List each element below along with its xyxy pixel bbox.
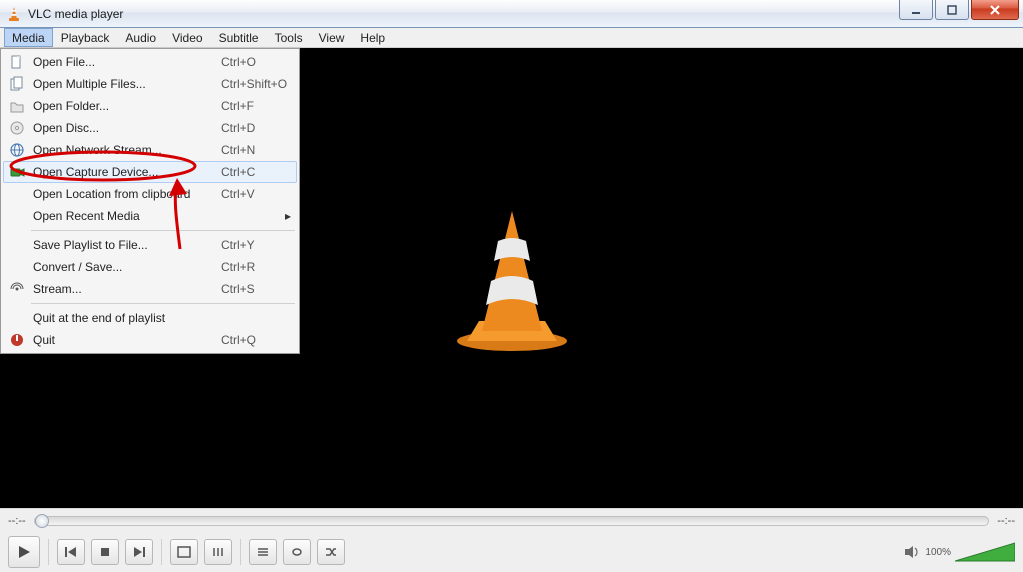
playlist-button[interactable] [249, 539, 277, 565]
menu-item-shortcut: Ctrl+Shift+O [221, 77, 291, 91]
menu-item-open-network-stream[interactable]: Open Network Stream...Ctrl+N [3, 139, 297, 161]
menu-item-shortcut: Ctrl+R [221, 260, 291, 274]
menu-item-open-capture-device[interactable]: Open Capture Device...Ctrl+C [3, 161, 297, 183]
disc-icon [5, 120, 29, 136]
menu-media[interactable]: Media [4, 28, 53, 47]
menu-item-label: Quit at the end of playlist [29, 311, 221, 325]
fullscreen-button[interactable] [170, 539, 198, 565]
stop-button[interactable] [91, 539, 119, 565]
menu-tools[interactable]: Tools [267, 28, 311, 47]
menu-item-open-recent-media[interactable]: Open Recent Media ▸ [3, 205, 297, 227]
menu-item-stream[interactable]: Stream...Ctrl+S [3, 278, 297, 300]
menu-subtitle[interactable]: Subtitle [211, 28, 267, 47]
menu-item-label: Open Multiple Files... [29, 77, 221, 91]
submenu-arrow-icon: ▸ [281, 209, 291, 223]
shuffle-button[interactable] [317, 539, 345, 565]
menu-item-label: Quit [29, 333, 221, 347]
menu-item-shortcut: Ctrl+C [221, 165, 291, 179]
capture-icon [5, 164, 29, 180]
vlc-cone-icon [6, 6, 22, 22]
menu-item-label: Open Recent Media [29, 209, 211, 223]
menu-item-label: Open Network Stream... [29, 143, 221, 157]
menu-item-shortcut: Ctrl+Y [221, 238, 291, 252]
controls-bar: 100% [0, 532, 1023, 572]
menu-item-shortcut: Ctrl+O [221, 55, 291, 69]
menu-item-label: Open File... [29, 55, 221, 69]
menu-item-label: Open Capture Device... [29, 165, 221, 179]
menu-item-label: Convert / Save... [29, 260, 221, 274]
seek-bar-row: --:-- --:-- [0, 508, 1023, 532]
menu-item-shortcut: Ctrl+S [221, 282, 291, 296]
time-elapsed: --:-- [8, 515, 26, 527]
files-icon [5, 76, 29, 92]
menu-item-quit[interactable]: QuitCtrl+Q [3, 329, 297, 351]
loop-button[interactable] [283, 539, 311, 565]
menu-item-quit-at-the-end-of-playlist[interactable]: Quit at the end of playlist [3, 307, 297, 329]
menu-item-label: Open Disc... [29, 121, 221, 135]
menu-item-shortcut: Ctrl+F [221, 99, 291, 113]
window-title: VLC media player [28, 7, 123, 21]
menu-item-open-disc[interactable]: Open Disc...Ctrl+D [3, 117, 297, 139]
menu-audio[interactable]: Audio [117, 28, 164, 47]
vlc-logo-icon [447, 203, 577, 353]
menu-item-shortcut: Ctrl+V [221, 187, 291, 201]
menu-item-label: Open Location from clipboard [29, 187, 221, 201]
menu-item-convert-save[interactable]: Convert / Save...Ctrl+R [3, 256, 297, 278]
menu-item-label: Open Folder... [29, 99, 221, 113]
file-icon [5, 54, 29, 70]
time-total: --:-- [997, 515, 1015, 527]
title-bar: VLC media player [0, 0, 1023, 28]
network-icon [5, 142, 29, 158]
menu-item-open-file[interactable]: Open File...Ctrl+O [3, 51, 297, 73]
previous-button[interactable] [57, 539, 85, 565]
maximize-button[interactable] [935, 0, 969, 20]
menu-view[interactable]: View [311, 28, 353, 47]
menu-item-open-location-from-clipboard[interactable]: Open Location from clipboardCtrl+V [3, 183, 297, 205]
media-dropdown-menu: Open File...Ctrl+OOpen Multiple Files...… [0, 48, 300, 354]
minimize-button[interactable] [899, 0, 933, 20]
menu-item-open-folder[interactable]: Open Folder...Ctrl+F [3, 95, 297, 117]
menu-video[interactable]: Video [164, 28, 210, 47]
menu-bar: MediaPlaybackAudioVideoSubtitleToolsView… [0, 28, 1023, 48]
menu-item-label: Stream... [29, 282, 221, 296]
menu-item-label: Save Playlist to File... [29, 238, 221, 252]
menu-help[interactable]: Help [352, 28, 393, 47]
menu-playback[interactable]: Playback [53, 28, 118, 47]
quit-icon [5, 332, 29, 348]
menu-item-shortcut: Ctrl+D [221, 121, 291, 135]
stream-icon [5, 281, 29, 297]
next-button[interactable] [125, 539, 153, 565]
menu-item-shortcut: Ctrl+Q [221, 333, 291, 347]
menu-item-save-playlist-to-file[interactable]: Save Playlist to File...Ctrl+Y [3, 234, 297, 256]
folder-icon [5, 98, 29, 114]
menu-item-open-multiple-files[interactable]: Open Multiple Files...Ctrl+Shift+O [3, 73, 297, 95]
play-button[interactable] [8, 536, 40, 568]
seek-slider[interactable] [34, 516, 990, 526]
speaker-icon[interactable] [903, 544, 921, 560]
volume-slider[interactable] [955, 541, 1015, 563]
close-button[interactable] [971, 0, 1019, 20]
menu-item-shortcut: Ctrl+N [221, 143, 291, 157]
volume-percent: 100% [925, 547, 951, 558]
extended-settings-button[interactable] [204, 539, 232, 565]
